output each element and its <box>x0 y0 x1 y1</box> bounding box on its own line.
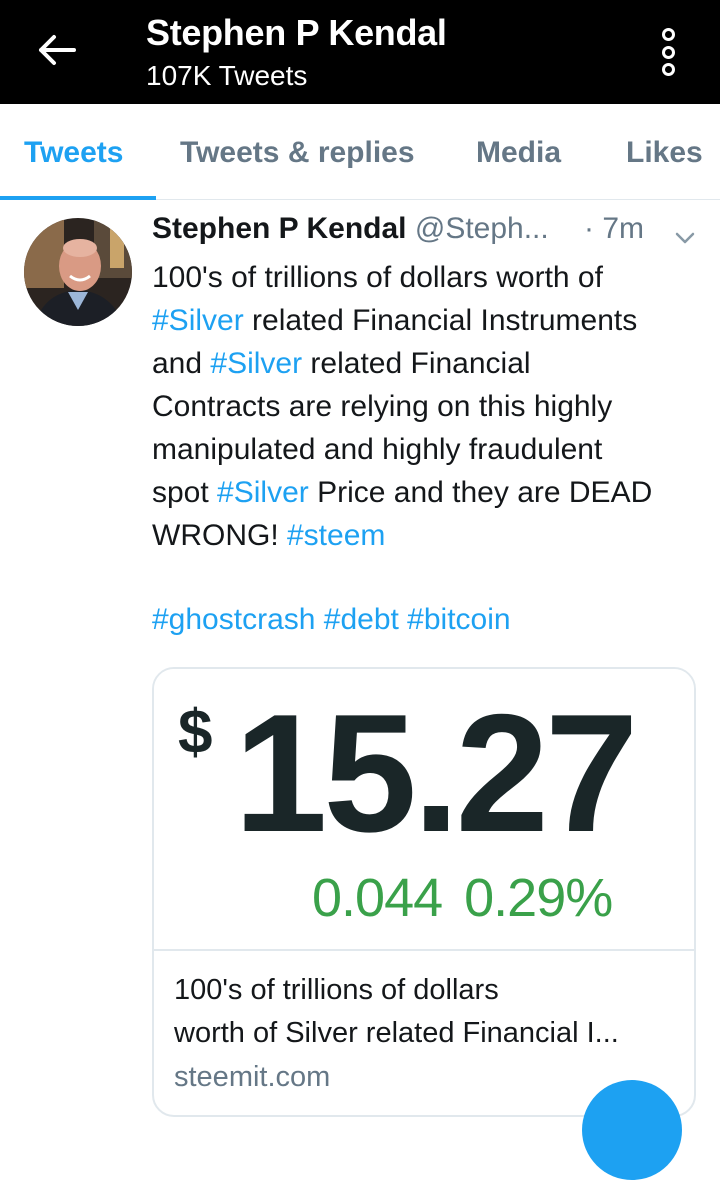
tweet-text-span: spot <box>152 476 218 509</box>
card-domain: steemit.com <box>174 1061 331 1093</box>
tweet-line: and #Silver related Financial <box>152 342 704 385</box>
card-title-line: worth of Silver related Financial I... <box>174 1017 619 1049</box>
author-name[interactable]: Stephen P Kendal <box>152 212 407 245</box>
hashtag-link[interactable]: #Silver <box>210 347 302 380</box>
dot-icon <box>661 28 675 41</box>
tweet-count: 107K Tweets <box>146 60 308 91</box>
card-title-line: 100's of trillions of dollars <box>174 974 499 1006</box>
avatar-image <box>24 218 132 326</box>
price-change: 0.044 0.29% <box>312 867 613 929</box>
change-percent: 0.29% <box>464 868 613 928</box>
card-title: 100's of trillions of dollars worth of S… <box>174 969 684 1055</box>
tweet-menu-button[interactable] <box>674 220 696 254</box>
tweet-text-span: 100's of trillions of dollars worth of <box>152 261 603 294</box>
card-image: $ 15.27 0.044 0.29% <box>154 669 694 951</box>
link-preview-card[interactable]: $ 15.27 0.044 0.29% 100's of trillions of… <box>152 667 696 1117</box>
dot-icon <box>661 45 675 59</box>
tab-media[interactable]: Media <box>476 136 561 170</box>
arrow-left-icon <box>39 35 76 65</box>
active-tab-indicator <box>0 196 156 200</box>
change-amount: 0.044 <box>312 868 443 928</box>
tweet-text-span: WRONG! <box>152 519 287 552</box>
profile-tabs: Tweets Tweets & replies Media Likes <box>0 104 720 200</box>
tweet-text-span: Price and they are DEAD <box>308 476 653 509</box>
tweet-line: spot #Silver Price and they are DEAD <box>152 471 704 514</box>
hashtag-link[interactable]: #Silver <box>217 476 309 509</box>
tweet-line: #Silver related Financial Instruments <box>152 299 704 342</box>
compose-tweet-button[interactable] <box>582 1080 682 1180</box>
avatar[interactable] <box>24 218 132 326</box>
tweet-text: 100's of trillions of dollars worth of #… <box>152 256 704 557</box>
chevron-down-icon <box>675 232 695 244</box>
price-value: 15.27 <box>234 679 638 867</box>
dot-icon <box>661 63 675 76</box>
profile-name: Stephen P Kendal <box>146 12 447 53</box>
back-button[interactable] <box>30 26 82 74</box>
hashtag-link[interactable]: #steem <box>287 519 385 552</box>
tab-tweets[interactable]: Tweets <box>24 136 123 170</box>
tab-likes[interactable]: Likes <box>626 136 703 170</box>
tweet-text-span: related Financial Instruments <box>243 304 638 337</box>
more-options-button[interactable] <box>648 24 688 80</box>
tweet-line: manipulated and highly fraudulent <box>152 433 603 466</box>
author-handle[interactable]: @Steph... <box>415 212 549 245</box>
tab-tweets-replies[interactable]: Tweets & replies <box>180 136 415 170</box>
tweet-line: 100's of trillions of dollars worth of <box>152 256 704 299</box>
tweet-line: WRONG! #steem <box>152 514 704 557</box>
tweet-line: Contracts are relying on this highly <box>152 390 613 423</box>
tweet-text-span: and <box>152 347 211 380</box>
tweet-text-span: related Financial <box>302 347 531 380</box>
tweet-header: Stephen P Kendal @Steph... · 7m <box>152 212 712 256</box>
currency-symbol: $ <box>178 698 213 767</box>
profile-header: Stephen P Kendal 107K Tweets <box>0 0 720 104</box>
tweet-time: · 7m <box>584 212 644 245</box>
hashtag-link[interactable]: #Silver <box>152 304 244 337</box>
hashtags-line[interactable]: #ghostcrash #debt #bitcoin <box>152 598 511 641</box>
